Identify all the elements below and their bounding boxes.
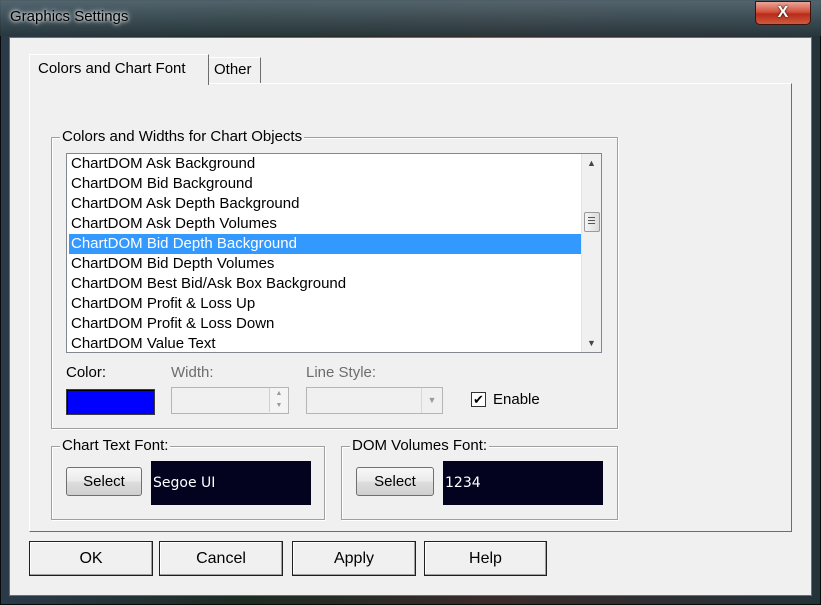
dom-font-preview-text: 1234 [445, 475, 481, 491]
list-item[interactable]: ChartDOM Profit & Loss Down [69, 314, 584, 334]
line-style-label: Line Style: [306, 364, 377, 381]
scroll-thumb[interactable] [584, 212, 600, 232]
chart-objects-listbox[interactable]: ChartDOM Ask Background ChartDOM Bid Bac… [66, 153, 602, 353]
group-title: Colors and Widths for Chart Objects [60, 128, 305, 145]
list-item[interactable]: ChartDOM Bid Background [69, 174, 584, 194]
window-title: Graphics Settings [10, 8, 129, 25]
tab-label: Colors and Chart Font [38, 60, 186, 77]
tab-other[interactable]: Other [209, 57, 261, 83]
list-item[interactable]: ChartDOM Ask Depth Background [69, 194, 584, 214]
dom-font-preview: 1234 [443, 461, 603, 505]
help-button[interactable]: Help [424, 541, 547, 576]
list-item[interactable]: ChartDOM Bid Depth Volumes [69, 254, 584, 274]
list-item[interactable]: ChartDOM Best Bid/Ask Box Background [69, 274, 584, 294]
list-item[interactable]: ChartDOM Ask Depth Volumes [69, 214, 584, 234]
tab-label: Other [214, 61, 252, 78]
chart-font-select-button[interactable]: Select [66, 467, 142, 496]
list-item[interactable]: ChartDOM Ask Background [69, 154, 584, 174]
tab-colors-and-chart-font[interactable]: Colors and Chart Font [29, 54, 209, 85]
scroll-down-arrow-icon[interactable]: ▼ [582, 334, 601, 352]
ok-button[interactable]: OK [29, 541, 153, 576]
chart-font-preview: Segoe UI [151, 461, 311, 505]
width-label: Width: [171, 364, 214, 381]
dom-font-select-button[interactable]: Select [356, 467, 434, 496]
list-item-selected[interactable]: ChartDOM Bid Depth Background [69, 234, 584, 254]
enable-label[interactable]: Enable [493, 391, 540, 408]
color-label: Color: [66, 364, 107, 381]
chart-font-preview-text: Segoe UI [153, 475, 216, 491]
list-item[interactable]: ChartDOM Value Text [69, 334, 584, 352]
color-swatch-button[interactable] [66, 389, 155, 415]
close-button[interactable]: X [755, 1, 811, 25]
cancel-button[interactable]: Cancel [159, 541, 283, 576]
spin-down-arrow-icon[interactable]: ▼ [269, 400, 288, 412]
chevron-down-icon[interactable]: ▼ [421, 388, 442, 413]
group-title: DOM Volumes Font: [350, 437, 490, 454]
apply-button[interactable]: Apply [292, 541, 416, 576]
group-title: Chart Text Font: [60, 437, 171, 454]
listbox-scrollbar[interactable]: ▲ ▼ [581, 154, 601, 352]
enable-checkbox[interactable]: ✔ [471, 392, 486, 407]
line-style-dropdown[interactable]: ▼ [306, 387, 443, 414]
width-spinner[interactable]: ▲ ▼ [171, 387, 289, 414]
close-icon: X [777, 4, 789, 21]
scroll-up-arrow-icon[interactable]: ▲ [582, 154, 601, 172]
list-item[interactable]: ChartDOM Profit & Loss Up [69, 294, 584, 314]
check-mark-icon: ✔ [473, 392, 484, 407]
